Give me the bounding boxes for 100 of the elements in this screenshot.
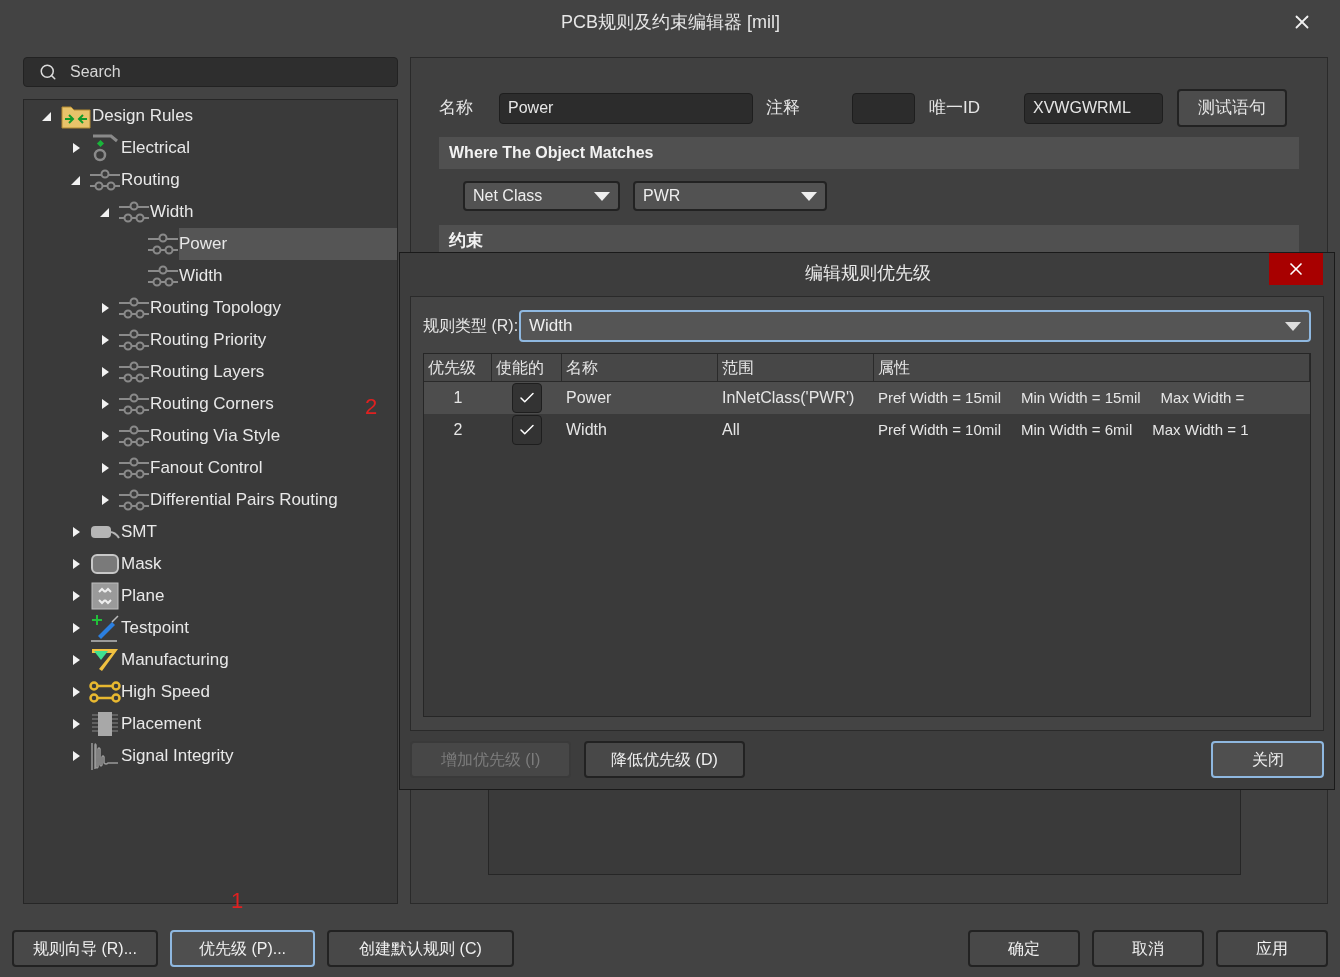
tree-item[interactable]: Routing Via Style <box>150 420 289 452</box>
tree-item[interactable]: Manufacturing <box>121 644 237 676</box>
tree-item[interactable]: Width <box>150 196 202 228</box>
annotation-number: 2 <box>365 393 378 421</box>
id-field[interactable]: XVWGWRML <box>1024 92 1163 124</box>
tree-item[interactable]: Routing Corners <box>150 388 282 420</box>
probe-icon <box>90 614 120 642</box>
dropdown-caret-icon <box>801 191 817 201</box>
table-cell-text: InNetClass('PWR') <box>722 388 855 408</box>
tree-item[interactable]: Routing Topology <box>150 292 290 324</box>
dialog-button[interactable]: 规则向导 (R)... <box>12 930 158 967</box>
tree-item[interactable]: Fanout Control <box>150 452 271 484</box>
dialog-button[interactable]: 确定 <box>968 930 1080 967</box>
routing-rule-icon <box>118 328 150 352</box>
field-label: 注释 <box>766 97 801 120</box>
table-cell-text: Pref Width = 15mil <box>878 387 1001 408</box>
annotation-number: 1 <box>231 887 244 915</box>
high-speed-icon <box>89 680 121 704</box>
field-label: 唯一ID <box>929 97 981 120</box>
routing-rule-icon <box>118 200 150 224</box>
tree-item[interactable]: Signal Integrity <box>121 740 242 772</box>
tree-item[interactable]: SMT <box>121 516 165 548</box>
dropdown[interactable]: Net Class <box>463 181 620 211</box>
collapse-arrow-icon[interactable] <box>71 174 81 186</box>
expand-arrow-icon[interactable] <box>71 622 81 634</box>
column-header[interactable]: 范围 <box>718 354 874 381</box>
collapse-arrow-icon[interactable] <box>100 206 110 218</box>
tree-item[interactable]: High Speed <box>121 676 218 708</box>
dialog-button[interactable]: 降低优先级 (D) <box>584 741 745 778</box>
collapse-arrow-icon[interactable] <box>42 110 52 122</box>
column-header[interactable]: 名称 <box>562 354 718 381</box>
expand-arrow-icon[interactable] <box>71 558 81 570</box>
column-header[interactable]: 使能的 <box>492 354 562 381</box>
tree-item[interactable]: Routing <box>121 164 188 196</box>
expand-arrow-icon[interactable] <box>100 334 110 346</box>
search-icon <box>39 63 57 81</box>
expand-arrow-icon[interactable] <box>100 398 110 410</box>
checkbox[interactable] <box>512 415 542 445</box>
expand-arrow-icon[interactable] <box>71 750 81 762</box>
dialog-button[interactable]: 创建默认规则 (C) <box>327 930 514 967</box>
dialog-button[interactable]: 应用 <box>1216 930 1328 967</box>
column-header[interactable]: 优先级 <box>424 354 492 381</box>
expand-arrow-icon[interactable] <box>71 718 81 730</box>
dialog-button[interactable]: 优先级 (P)... <box>170 930 315 967</box>
routing-rule-icon <box>118 360 150 384</box>
search-field[interactable]: Search <box>23 57 398 87</box>
dialog-button[interactable]: 取消 <box>1092 930 1204 967</box>
expand-arrow-icon[interactable] <box>71 526 81 538</box>
expand-arrow-icon[interactable] <box>100 430 110 442</box>
rule-type-dropdown[interactable]: Width <box>519 310 1311 342</box>
table-cell-text: Max Width = <box>1160 387 1245 408</box>
table-row[interactable]: 2 Width All Pref Width = 10mil Min Width = 6mil Max Width = 1 <box>424 414 1310 446</box>
expand-arrow-icon[interactable] <box>100 462 110 474</box>
comment-field[interactable] <box>852 92 915 124</box>
expand-arrow-icon[interactable] <box>71 142 81 154</box>
routing-rule-icon <box>147 232 179 256</box>
expand-arrow-icon[interactable] <box>100 494 110 506</box>
table-row[interactable]: 1 Power InNetClass('PWR') Pref Width = 15mil Min Width = 15mil Max Width = <box>424 382 1310 414</box>
tree-item[interactable]: Routing Priority <box>150 324 275 356</box>
expand-arrow-icon[interactable] <box>71 654 81 666</box>
tree-item[interactable]: Power <box>179 228 397 260</box>
tree-item[interactable]: Routing Layers <box>150 356 273 388</box>
tree-item[interactable]: Width <box>179 260 231 292</box>
name-field[interactable]: Power <box>499 92 753 124</box>
tree-item[interactable]: Plane <box>121 580 173 612</box>
waveform-icon <box>90 741 120 771</box>
expand-arrow-icon[interactable] <box>71 686 81 698</box>
dropdown[interactable]: PWR <box>633 181 827 211</box>
tree-item[interactable]: Differential Pairs Routing <box>150 484 346 516</box>
routing-rule-icon <box>118 296 150 320</box>
table-cell-text: 2 <box>453 420 463 440</box>
routing-rule-icon <box>89 168 121 192</box>
expand-arrow-icon[interactable] <box>71 590 81 602</box>
expand-arrow-icon[interactable] <box>100 302 110 314</box>
column-header[interactable]: 属性 <box>874 354 1310 381</box>
tree-item[interactable]: Testpoint <box>121 612 198 644</box>
tree-item[interactable]: Placement <box>121 708 210 740</box>
window-title: PCB规则及约束编辑器 [mil] <box>560 10 781 34</box>
expand-arrow-icon[interactable] <box>100 366 110 378</box>
table-cell-text: Power <box>566 388 612 408</box>
plane-icon <box>91 582 119 610</box>
tree-item[interactable]: Mask <box>121 548 170 580</box>
field-label: 规则类型 (R): <box>423 316 519 336</box>
dropdown-caret-icon <box>594 191 610 201</box>
table-cell-text: Pref Width = 10mil <box>878 419 1001 440</box>
close-button[interactable] <box>1269 253 1323 285</box>
routing-rule-icon <box>118 424 150 448</box>
routing-rule-icon <box>118 456 150 480</box>
dialog-button[interactable]: 关闭 <box>1211 741 1324 778</box>
chip-icon <box>90 711 120 737</box>
tree-item[interactable]: Design Rules <box>92 100 202 132</box>
checkbox[interactable] <box>512 383 542 413</box>
dropdown-caret-icon <box>1285 321 1301 331</box>
routing-rule-icon <box>147 264 179 288</box>
routing-rule-icon <box>118 392 150 416</box>
tree-item[interactable]: Electrical <box>121 132 198 164</box>
pad-icon <box>90 134 120 162</box>
table-cell-text: Width <box>566 420 607 440</box>
table-cell-text: All <box>722 420 740 440</box>
test-button[interactable]: 测试语句 <box>1177 89 1287 127</box>
